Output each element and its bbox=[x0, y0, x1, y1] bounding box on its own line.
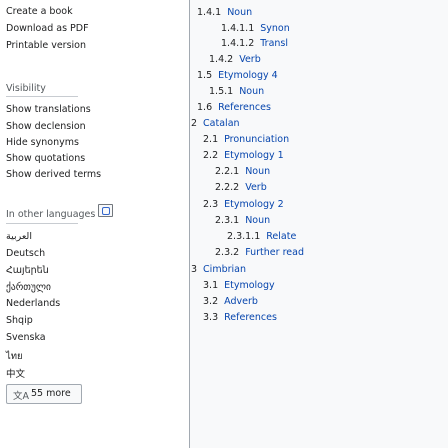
show-derived-terms-link[interactable]: Show derived terms bbox=[6, 169, 101, 180]
language-link-shqip[interactable]: Shqip bbox=[6, 315, 33, 326]
language-link-deutsch[interactable]: Deutsch bbox=[6, 248, 45, 259]
toc-item[interactable]: 1.4.1 Noun bbox=[197, 7, 252, 18]
toc-item[interactable]: 1.6 References bbox=[197, 102, 271, 113]
toc-item-number: 3 bbox=[191, 264, 198, 275]
printable-version-link[interactable]: Printable version bbox=[6, 40, 86, 51]
toc-item-text: References bbox=[218, 102, 271, 113]
show-declension-link[interactable]: Show declension bbox=[6, 121, 86, 132]
language-link-svenska[interactable]: Svenska bbox=[6, 332, 46, 343]
visibility-divider bbox=[6, 96, 78, 97]
toc-item-text: Noun bbox=[227, 7, 253, 18]
toc-item-text: Etymology 4 bbox=[218, 70, 278, 81]
language-link-chinese[interactable]: 中文 bbox=[6, 366, 25, 380]
toc-item[interactable]: 3 Cimbrian bbox=[191, 264, 246, 275]
language-link-armenian[interactable]: Հայերեն bbox=[6, 265, 49, 276]
more-languages-button[interactable]: 文A 55 more bbox=[6, 384, 82, 404]
visibility-heading: Visibility bbox=[6, 83, 46, 94]
toc-item-text: References bbox=[224, 312, 277, 323]
toc-item-text: Cimbrian bbox=[203, 264, 246, 275]
toc-item[interactable]: 1.5 Etymology 4 bbox=[197, 70, 278, 81]
toc-item[interactable]: 2.2.2 Verb bbox=[215, 182, 267, 193]
download-pdf-link[interactable]: Download as PDF bbox=[6, 23, 89, 34]
create-book-link[interactable]: Create a book bbox=[6, 6, 73, 17]
toc-item-number: 1.4.1.2 bbox=[221, 38, 255, 49]
toc-item-number: 2.1 bbox=[203, 134, 219, 145]
toc-item-text: Further read bbox=[245, 247, 304, 258]
toc-item[interactable]: 2.3 Etymology 2 bbox=[203, 199, 284, 210]
toc-item[interactable]: 1.5.1 Noun bbox=[209, 86, 264, 97]
show-quotations-link[interactable]: Show quotations bbox=[6, 153, 85, 164]
toc-item-number: 2.3.1 bbox=[215, 215, 240, 226]
toc-item-number: 1.6 bbox=[197, 102, 213, 113]
language-link-georgian[interactable]: ქართული bbox=[6, 282, 51, 293]
toc-item[interactable]: 3.2 Adverb bbox=[203, 296, 258, 307]
toc-item[interactable]: 1.4.1.1 Synon bbox=[221, 23, 290, 34]
toc-item-text: Transl bbox=[260, 38, 288, 49]
show-translations-link[interactable]: Show translations bbox=[6, 104, 91, 115]
toc-item[interactable]: 3.3 References bbox=[203, 312, 277, 323]
toc-item-text: Etymology 2 bbox=[224, 199, 284, 210]
toc-item[interactable]: 2.2.1 Noun bbox=[215, 166, 270, 177]
toc-item-text: Noun bbox=[239, 86, 265, 97]
more-languages-label: 55 more bbox=[31, 388, 71, 399]
toc-item-number: 3.3 bbox=[203, 312, 219, 323]
languages-divider bbox=[6, 223, 78, 224]
toc-item[interactable]: 2.3.1.1 Relate bbox=[227, 231, 296, 242]
translate-icon: 文A bbox=[13, 391, 29, 402]
toc-item-text: Noun bbox=[245, 215, 271, 226]
toc-item-text: Catalan bbox=[203, 118, 240, 129]
language-link-nederlands[interactable]: Nederlands bbox=[6, 298, 60, 309]
toc-item-text: Synon bbox=[260, 23, 290, 34]
toc-item[interactable]: 2.3.2 Further read bbox=[215, 247, 304, 258]
toc-item-number: 1.5.1 bbox=[209, 86, 234, 97]
hide-synonyms-link[interactable]: Hide synonyms bbox=[6, 137, 79, 148]
toc-item-number: 1.5 bbox=[197, 70, 213, 81]
toc-item-number: 1.4.1.1 bbox=[221, 23, 255, 34]
toc-item-number: 1.4.2 bbox=[209, 54, 234, 65]
toc-item[interactable]: 2.3.1 Noun bbox=[215, 215, 270, 226]
toc-item[interactable]: 1.4.1.2 Transl bbox=[221, 38, 288, 49]
toc-item-text: Etymology 1 bbox=[224, 150, 284, 161]
toc-item[interactable]: 2 Catalan bbox=[191, 118, 240, 129]
toc-item-text: Adverb bbox=[224, 296, 258, 307]
toc-item-number: 1.4.1 bbox=[197, 7, 222, 18]
toc-item-text: Verb bbox=[245, 182, 267, 193]
toc-item-text: Relate bbox=[266, 231, 297, 242]
toc-item-number: 2.3.2 bbox=[215, 247, 240, 258]
toc-item[interactable]: 3.1 Etymology bbox=[203, 280, 275, 291]
sidebar: Create a book Download as PDF Printable … bbox=[0, 0, 132, 448]
toc-item-number: 2.2.2 bbox=[215, 182, 240, 193]
toc-item-number: 2.2 bbox=[203, 150, 219, 161]
language-link-thai[interactable]: ไทย bbox=[6, 349, 23, 364]
toc-item[interactable]: 2.2 Etymology 1 bbox=[203, 150, 284, 161]
toc-item-text: Noun bbox=[245, 166, 271, 177]
toc-item-text: Etymology bbox=[224, 280, 275, 291]
toc-item-number: 2.3.1.1 bbox=[227, 231, 261, 242]
toc-item-number: 3.2 bbox=[203, 296, 219, 307]
toc-item-number: 2.3 bbox=[203, 199, 219, 210]
toc-item-number: 2.2.1 bbox=[215, 166, 240, 177]
table-of-contents: 1.4.1 Noun 1.4.1.1 Synon 1.4.1.2 Transl 1.4.2 V… bbox=[189, 0, 448, 448]
toc-item-number: 2 bbox=[191, 118, 198, 129]
languages-heading: In other languages bbox=[6, 209, 96, 220]
toc-item[interactable]: 1.4.2 Verb bbox=[209, 54, 261, 65]
toc-item-text: Pronunciation bbox=[224, 134, 290, 145]
toc-item-number: 3.1 bbox=[203, 280, 219, 291]
language-settings-icon[interactable] bbox=[98, 204, 113, 217]
language-link-arabic[interactable]: العربية bbox=[6, 231, 32, 242]
toc-item-text: Verb bbox=[239, 54, 261, 65]
toc-item[interactable]: 2.1 Pronunciation bbox=[203, 134, 289, 145]
